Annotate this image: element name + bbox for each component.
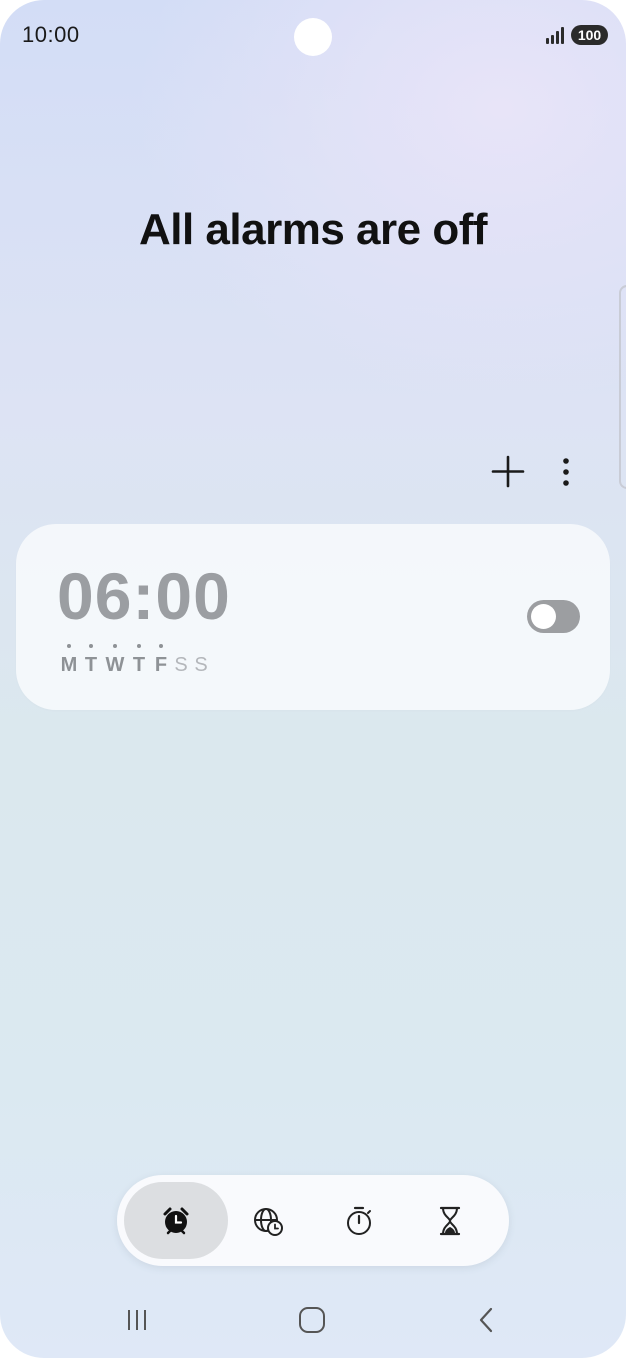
back-icon <box>479 1307 493 1333</box>
system-navigation-bar <box>0 1290 626 1350</box>
alarm-time: 06:00 <box>57 559 231 633</box>
more-options-button[interactable] <box>542 448 590 496</box>
tab-stopwatch[interactable] <box>307 1182 411 1259</box>
tab-alarm[interactable] <box>124 1182 228 1259</box>
home-icon <box>299 1307 325 1333</box>
status-bar: 10:00 100 <box>0 0 626 70</box>
camera-cutout <box>294 18 332 56</box>
alarm-card[interactable]: 06:00 M T W T F S S <box>16 524 610 710</box>
toggle-knob <box>531 604 556 629</box>
signal-bars-icon <box>546 27 564 44</box>
bottom-tab-bar <box>117 1175 509 1266</box>
day-saturday: S <box>174 654 188 676</box>
recents-icon <box>128 1310 146 1330</box>
day-sunday: S <box>194 654 208 676</box>
world-clock-icon <box>254 1207 283 1236</box>
status-time: 10:00 <box>22 22 80 47</box>
day-thursday: T <box>129 644 149 677</box>
more-vertical-icon <box>563 458 569 486</box>
stopwatch-icon <box>347 1206 371 1235</box>
tab-timer[interactable] <box>398 1182 502 1259</box>
timer-hourglass-icon <box>439 1206 461 1235</box>
edge-panel-handle[interactable] <box>619 285 626 489</box>
day-tuesday: T <box>81 644 101 677</box>
plus-icon <box>491 455 525 488</box>
alarm-status-headline: All alarms are off <box>138 205 488 254</box>
screen: 10:00 100 All alarms are off 06:00 M T W… <box>0 0 626 1358</box>
tab-world-clock[interactable] <box>216 1182 320 1259</box>
alarm-toggle[interactable] <box>527 600 580 633</box>
home-button[interactable] <box>290 1298 334 1342</box>
back-button[interactable] <box>465 1298 509 1342</box>
alarm-clock-icon <box>163 1207 189 1234</box>
add-alarm-button[interactable] <box>484 448 532 496</box>
day-wednesday: W <box>105 644 125 677</box>
battery-indicator: 100 <box>571 25 608 45</box>
day-friday: F <box>151 644 171 677</box>
day-monday: M <box>59 644 79 677</box>
recents-button[interactable] <box>115 1298 159 1342</box>
